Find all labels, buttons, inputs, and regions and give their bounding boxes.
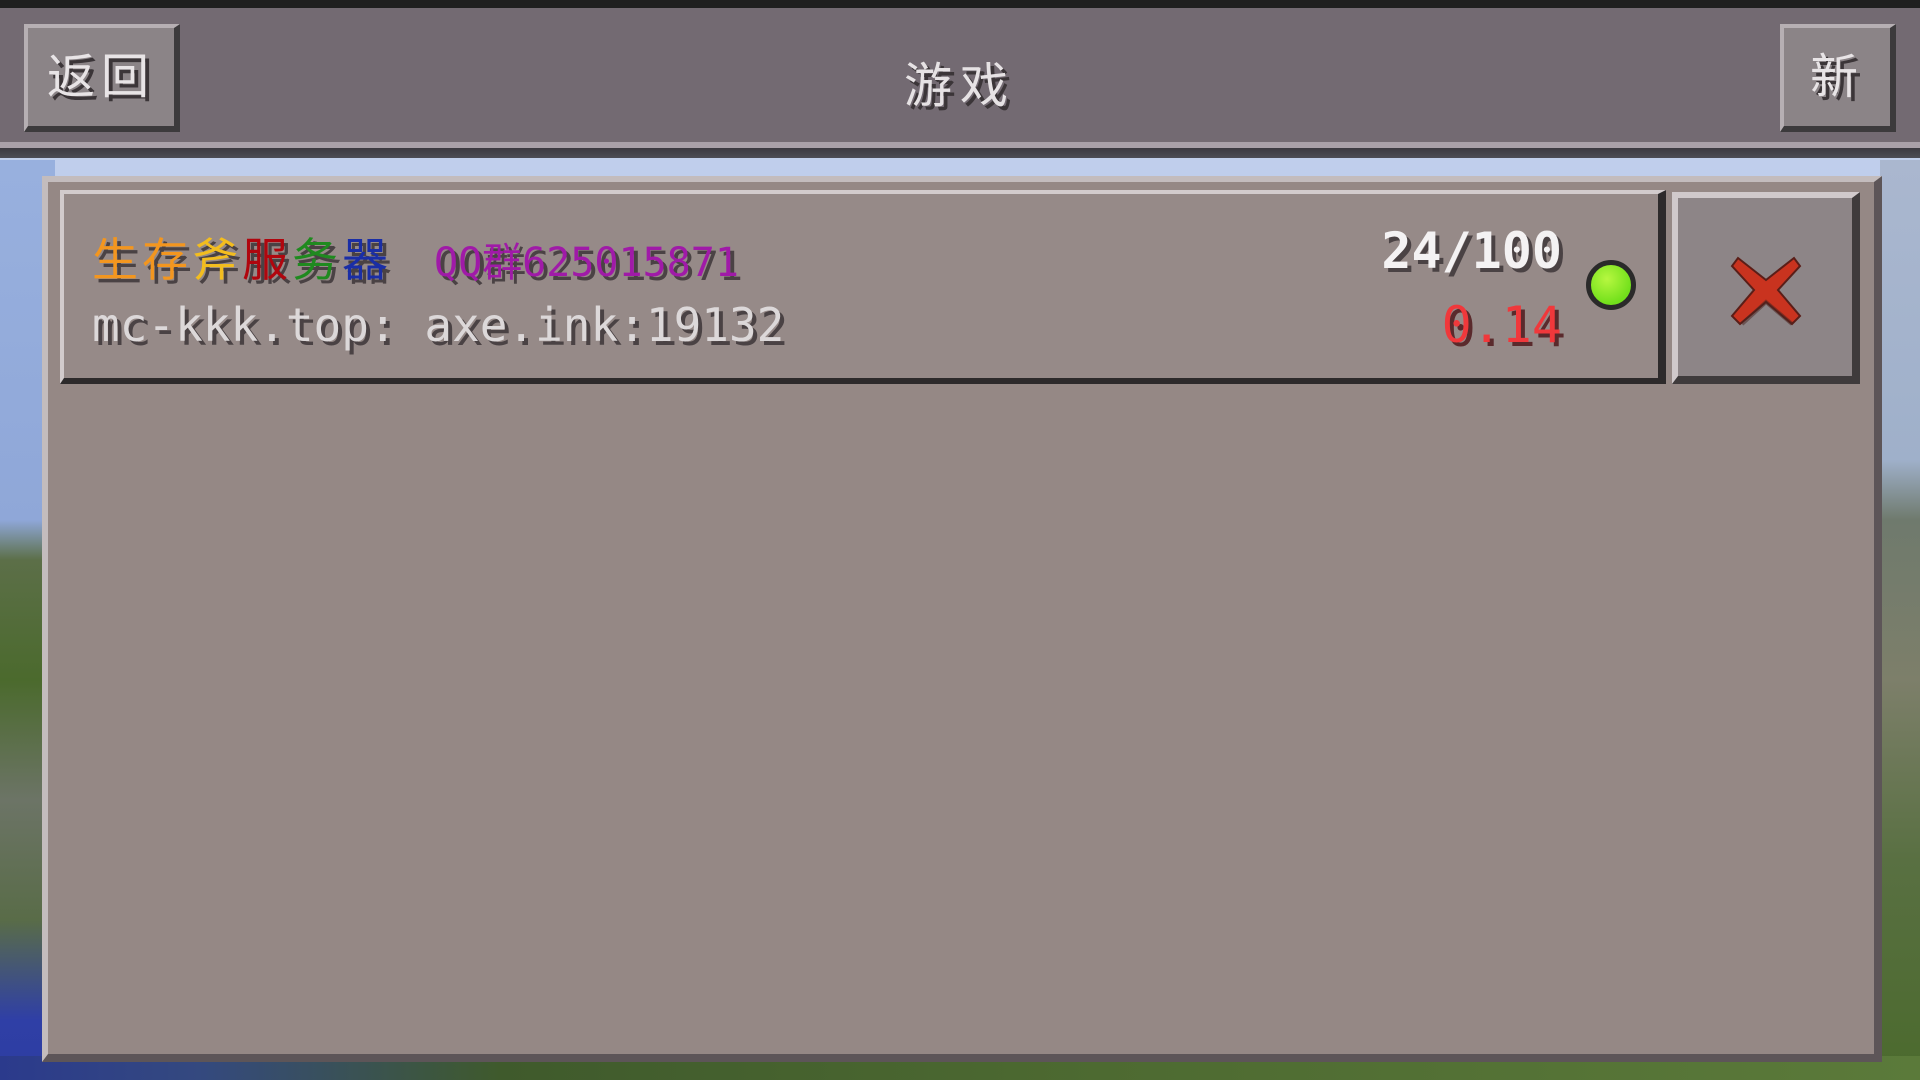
new-server-button[interactable]: 新 <box>1780 24 1896 132</box>
screen: 返回 游戏 新 生存斧服务器 QQ群625015871 mc-kkk.top: a… <box>0 0 1920 1080</box>
server-name: 生存斧服务器 QQ群625015871 <box>92 224 739 287</box>
delete-server-button[interactable] <box>1672 192 1860 384</box>
server-name-segment: 器 <box>342 233 392 287</box>
background-landscape-right <box>1880 160 1920 1080</box>
top-bar-shadow <box>0 148 1920 158</box>
server-version: 0.14 <box>1441 296 1562 354</box>
page-title: 游戏 <box>903 58 1016 114</box>
server-name-segment: 务 <box>292 233 342 287</box>
player-count: 24/100 <box>1381 222 1562 280</box>
server-name-segment: QQ群625015871 <box>434 240 739 286</box>
server-name-segment: 斧 <box>192 233 242 287</box>
close-x-icon <box>1730 256 1802 326</box>
server-name-segment: 服 <box>242 233 292 287</box>
status-dot-icon <box>1586 260 1636 310</box>
server-list-item[interactable]: 生存斧服务器 QQ群625015871 mc-kkk.top: axe.ink:1… <box>60 190 1666 384</box>
server-address: mc-kkk.top: axe.ink:19132 <box>92 298 785 352</box>
server-name-segment: 生存 <box>92 233 192 287</box>
